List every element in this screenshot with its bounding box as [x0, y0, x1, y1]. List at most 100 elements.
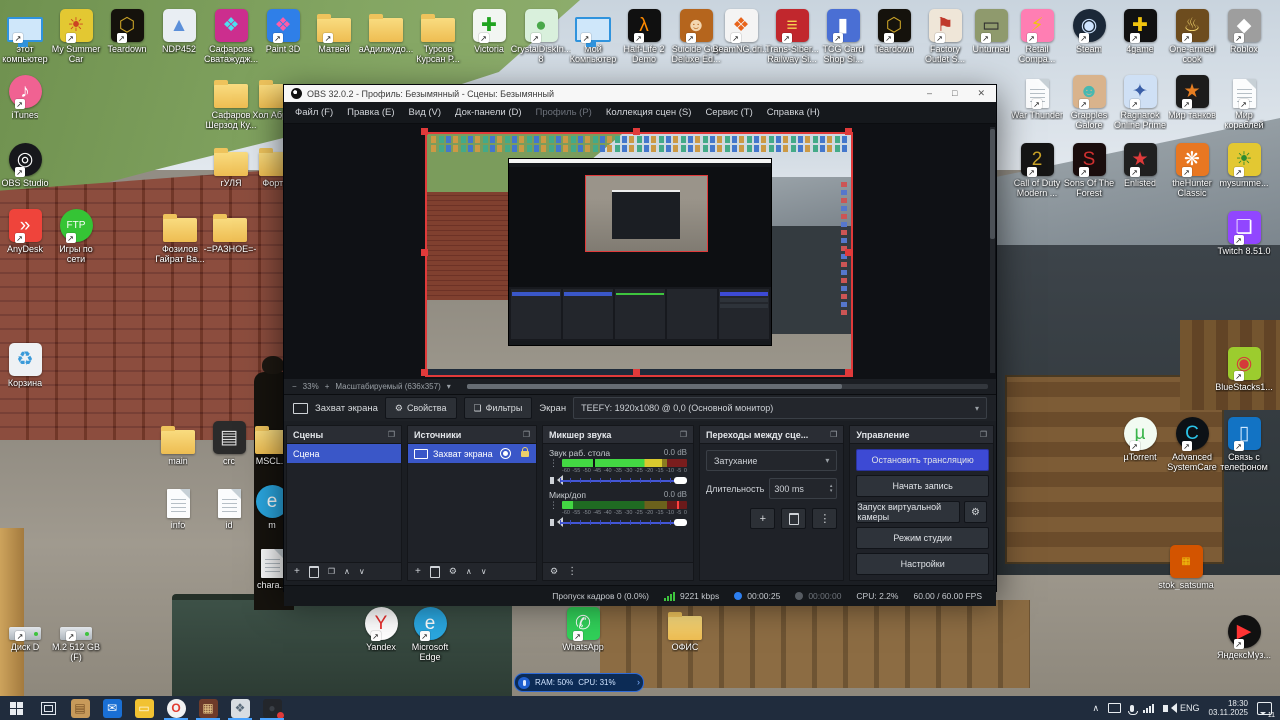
desktop-icon-victoria[interactable]: ✚↗Victoria: [462, 6, 516, 54]
capture-resize-handle[interactable]: [421, 369, 428, 376]
menu-item-1[interactable]: Правка (E): [340, 104, 401, 121]
desktop-icon-anydesk[interactable]: »↗AnyDesk: [0, 206, 52, 254]
desktop-icon-war-thunder[interactable]: ↗War Thunder: [1010, 72, 1064, 120]
menu-item-0[interactable]: Файл (F): [288, 104, 340, 121]
desktop-icon-ofis-folder[interactable]: ОФИС: [658, 604, 712, 652]
desktop-icon-m2-512[interactable]: ↗M.2 512 GB (F): [49, 604, 103, 662]
scene-list-item[interactable]: Сцена: [287, 444, 401, 463]
zoom-out-button[interactable]: −: [292, 382, 297, 391]
scale-mode[interactable]: Масштабируемый (636x357): [335, 382, 440, 391]
desktop-icon-safarova-folder[interactable]: ❖Сафарова Сватажудж...: [204, 6, 258, 64]
desktop-icon-teardown-2[interactable]: ⬡↗Teardown: [867, 6, 921, 54]
source-up-button[interactable]: ∧: [466, 567, 472, 576]
start-recording-button[interactable]: Начать запись: [856, 475, 989, 497]
desktop-icon-mir-tankov[interactable]: ★↗Мир танков: [1165, 72, 1219, 120]
menu-item-4[interactable]: Профиль (P): [529, 104, 599, 121]
desktop-icon-one-armed-cook[interactable]: ♨↗One-armed cook: [1165, 6, 1219, 64]
mixer-settings-icon[interactable]: ⚙: [550, 566, 558, 577]
start-virtual-camera-button[interactable]: Запуск виртуальной камеры: [856, 501, 960, 523]
remove-scene-button[interactable]: [309, 566, 319, 578]
desktop-icon-thehunter-classic[interactable]: ❋↗theHunter Classic: [1165, 140, 1219, 198]
virtual-camera-settings-button[interactable]: ⚙: [964, 501, 987, 523]
popout-icon[interactable]: ❐: [388, 430, 395, 439]
desktop-icon-info-file[interactable]: info: [151, 482, 205, 530]
taskbar-opera-button[interactable]: O: [160, 696, 192, 720]
taskbar-game-app-button[interactable]: ▦: [192, 696, 224, 720]
desktop-icon-stok-satsuma[interactable]: ▦stok_satsuma: [1159, 542, 1213, 590]
capture-resize-handle[interactable]: [845, 128, 852, 135]
desktop-icon-my-summer-car[interactable]: ☀↗My Summer Car: [49, 6, 103, 64]
desktop-icon-cod-modern[interactable]: 2↗Call of Duty Modern ...: [1010, 140, 1064, 198]
scene-down-button[interactable]: ∨: [359, 567, 365, 576]
add-scene-button[interactable]: +: [294, 566, 300, 577]
taskbar-dark-sphere-app-button[interactable]: ●: [256, 696, 288, 720]
desktop-icon-sons-of-the-forest[interactable]: S↗Sons Of The Forest: [1062, 140, 1116, 198]
taskbar-task-view-button[interactable]: [32, 696, 64, 720]
desktop-icon-tursov-folder[interactable]: Турсов Курсан Р...: [411, 6, 465, 64]
desktop-icon-fozilov-folder[interactable]: Фозилов Гайрат Ва...: [153, 206, 207, 264]
studio-mode-button[interactable]: Режим студии: [856, 527, 989, 549]
capture-resize-handle[interactable]: [845, 369, 852, 376]
desktop-icon-paint-3d[interactable]: ❖↗Paint 3D: [256, 6, 310, 54]
scale-mode-caret-icon[interactable]: ▾: [447, 382, 451, 391]
transition-select[interactable]: Затухание▾: [706, 450, 837, 471]
popout-icon[interactable]: ❐: [680, 430, 687, 439]
desktop-icon-crystaldiskinfo[interactable]: ●↗CrystalDiskIn... 8: [514, 6, 568, 64]
speaker-icon[interactable]: [550, 519, 554, 526]
minimize-button[interactable]: –: [927, 88, 932, 99]
desktop-icon-half-life-2-demo[interactable]: λ↗Half-Life 2 Demo: [617, 6, 671, 64]
source-properties-button[interactable]: ⚙: [449, 566, 457, 577]
desktop-icon-steam[interactable]: ◉↗Steam: [1062, 6, 1116, 54]
zoom-in-button[interactable]: +: [325, 382, 330, 391]
tray-mic-icon[interactable]: [1130, 705, 1134, 712]
scene-up-button[interactable]: ∧: [344, 567, 350, 576]
spinner-arrows-icon[interactable]: ▴▾: [830, 484, 833, 494]
ram-cpu-widget[interactable]: RAM: 50% CPU: 31% ›: [514, 673, 644, 692]
desktop-icon-igry-po-seti[interactable]: FTP↗Игры по сети: [49, 206, 103, 264]
taskbar-file-explorer-button[interactable]: ▭: [128, 696, 160, 720]
properties-button[interactable]: ⚙ Свойства: [385, 397, 457, 419]
desktop-icon-yandex[interactable]: Y↗Yandex: [354, 604, 408, 652]
tray-display-icon[interactable]: [1108, 703, 1121, 713]
desktop-icon-adilzhudo-folder[interactable]: аАдилжудо...: [359, 6, 413, 54]
desktop-icon-moy-computer[interactable]: ↗Мой Компьютер: [566, 6, 620, 64]
desktop-icon-tcg-card-shop[interactable]: ▮↗TCG Card Shop Si...: [816, 6, 870, 64]
taskbar-briefcase-app-button[interactable]: ▤: [64, 696, 96, 720]
duration-spinner[interactable]: 300 ms ▴▾: [769, 478, 837, 499]
tray-network-icon[interactable]: [1143, 704, 1154, 713]
add-transition-button[interactable]: +: [750, 508, 775, 529]
menu-item-7[interactable]: Справка (H): [760, 104, 827, 121]
tray-volume-icon[interactable]: [1163, 705, 1168, 712]
volume-slider[interactable]: [560, 519, 687, 526]
capture-resize-handle[interactable]: [633, 128, 640, 135]
source-list-item[interactable]: Захват экрана: [408, 444, 536, 463]
taskbar-outlook-button[interactable]: ✉: [96, 696, 128, 720]
popout-icon[interactable]: ❐: [830, 430, 837, 439]
maximize-button[interactable]: □: [952, 88, 957, 99]
desktop-icon-this-pc[interactable]: ↗этот компьютер: [0, 6, 52, 64]
desktop-icon-obs-studio[interactable]: ◎↗OBS Studio: [0, 140, 52, 188]
desktop-icon-microsoft-edge[interactable]: e↗Microsoft Edge: [403, 604, 457, 662]
desktop-icon-enlisted[interactable]: ★↗Enlisted: [1113, 140, 1167, 188]
desktop-icon-advanced-systemcare[interactable]: C↗Advanced SystemCare: [1165, 414, 1219, 472]
speaker-icon[interactable]: [550, 477, 554, 484]
transition-menu-button[interactable]: ⋮: [812, 508, 837, 529]
tray-expand-icon[interactable]: ∧: [1092, 703, 1099, 714]
volume-slider[interactable]: [560, 477, 687, 484]
notifications-icon[interactable]: 11: [1257, 702, 1272, 715]
desktop-icon-mir-korabley[interactable]: ↗Мир кораблей: [1217, 72, 1271, 130]
language-indicator[interactable]: ENG: [1180, 703, 1200, 713]
popout-icon[interactable]: ❐: [980, 430, 987, 439]
scene-filters-button[interactable]: ❐: [328, 567, 335, 576]
capture-resize-handle[interactable]: [633, 369, 640, 376]
popout-icon[interactable]: ❐: [523, 430, 530, 439]
desktop-icon-grapples-galore[interactable]: ☻↗Grapples Galore: [1062, 72, 1116, 130]
desktop-icon-whatsapp[interactable]: ✆↗WhatsApp: [556, 604, 610, 652]
desktop-icon-phone-link[interactable]: ▯↗Связь с телефоном: [1217, 414, 1271, 472]
desktop-icon-trans-siberian[interactable]: ≡↗Trans-Siber... Railway Si...: [765, 6, 819, 64]
desktop-icon-utorrent[interactable]: µ↗µTorrent: [1113, 414, 1167, 462]
desktop-icon-ndp452[interactable]: ▲NDP452: [152, 6, 206, 54]
desktop-icon-retail-company[interactable]: ⚡↗Retail Compa...: [1010, 6, 1064, 64]
desktop-icon-matvey-folder[interactable]: ↗Матвей: [307, 6, 361, 54]
desktop-icon-korzina[interactable]: ♻Корзина: [0, 340, 52, 388]
